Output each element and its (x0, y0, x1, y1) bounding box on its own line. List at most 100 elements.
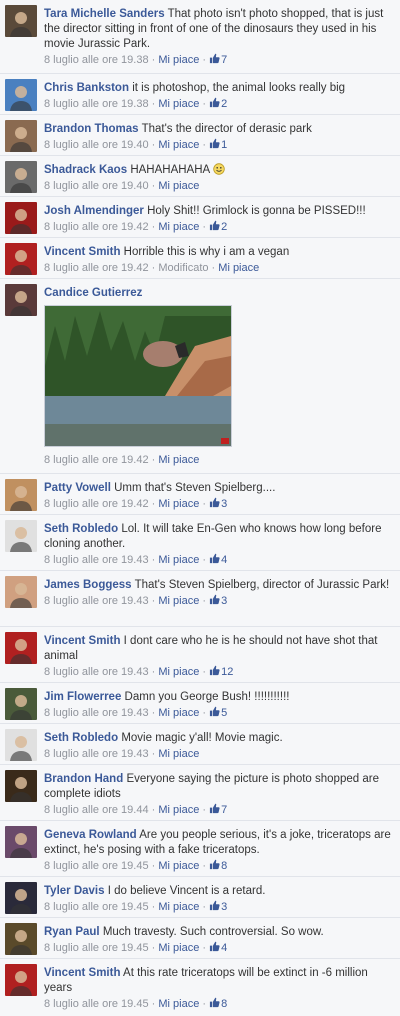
author-link[interactable]: Candice Gutierrez (44, 287, 142, 299)
like-link[interactable]: Mi piace (158, 554, 199, 566)
avatar[interactable] (5, 479, 37, 511)
timestamp-link[interactable]: 8 luglio alle ore 19.45 (44, 998, 149, 1010)
like-link[interactable]: Mi piace (158, 595, 199, 607)
like-link[interactable]: Mi piace (158, 804, 199, 816)
like-count[interactable]: 7 (209, 53, 227, 66)
avatar[interactable] (5, 284, 37, 316)
timestamp-link[interactable]: 8 luglio alle ore 19.38 (44, 54, 149, 66)
avatar[interactable] (5, 120, 37, 152)
author-link[interactable]: Brandon Thomas (44, 123, 139, 135)
like-link[interactable]: Mi piace (158, 498, 199, 510)
author-link[interactable]: Josh Almendinger (44, 205, 144, 217)
author-link[interactable]: Seth Robledo (44, 523, 118, 535)
author-link[interactable]: Vincent Smith (44, 635, 120, 647)
timestamp-link[interactable]: 8 luglio alle ore 19.40 (44, 139, 149, 151)
like-link[interactable]: Mi piace (158, 942, 199, 954)
like-count[interactable]: 12 (209, 665, 233, 678)
author-link[interactable]: Jim Flowerree (44, 691, 121, 703)
timestamp-link[interactable]: 8 luglio alle ore 19.42 (44, 454, 149, 466)
like-count[interactable]: 4 (209, 553, 227, 566)
avatar[interactable] (5, 688, 37, 720)
comment-body: Geneva Rowland Are you people serious, i… (44, 828, 394, 873)
avatar[interactable] (5, 632, 37, 664)
author-link[interactable]: Vincent Smith (44, 246, 120, 258)
author-link[interactable]: Ryan Paul (44, 926, 100, 938)
like-link[interactable]: Mi piace (218, 262, 259, 274)
avatar[interactable] (5, 882, 37, 914)
like-count[interactable]: 1 (209, 138, 227, 151)
avatar[interactable] (5, 520, 37, 552)
avatar[interactable] (5, 576, 37, 608)
comment-line: Chris Bankston it is photoshop, the anim… (44, 81, 394, 96)
like-count[interactable]: 2 (209, 97, 227, 110)
author-link[interactable]: Chris Bankston (44, 82, 129, 94)
timestamp-link[interactable]: 8 luglio alle ore 19.43 (44, 707, 149, 719)
timestamp-link[interactable]: 8 luglio alle ore 19.43 (44, 595, 149, 607)
comment: Vincent Smith Horrible this is why i am … (0, 237, 400, 278)
like-count[interactable]: 3 (209, 497, 227, 510)
like-link[interactable]: Mi piace (158, 454, 199, 466)
avatar[interactable] (5, 243, 37, 275)
avatar[interactable] (5, 770, 37, 802)
timestamp-link[interactable]: 8 luglio alle ore 19.43 (44, 554, 149, 566)
timestamp-link[interactable]: 8 luglio alle ore 19.42 (44, 221, 149, 233)
like-link[interactable]: Mi piace (158, 139, 199, 151)
timestamp-link[interactable]: 8 luglio alle ore 19.44 (44, 804, 149, 816)
like-link[interactable]: Mi piace (158, 748, 199, 760)
comment-line: Vincent Smith Horrible this is why i am … (44, 245, 394, 260)
timestamp-link[interactable]: 8 luglio alle ore 19.43 (44, 666, 149, 678)
comment-line: Shadrack Kaos HAHAHAHAHA (44, 163, 394, 178)
author-link[interactable]: Shadrack Kaos (44, 164, 127, 176)
timestamp-link[interactable]: 8 luglio alle ore 19.42 (44, 262, 149, 274)
avatar[interactable] (5, 729, 37, 761)
author-link[interactable]: Vincent Smith (44, 967, 120, 979)
edited-label[interactable]: Modificato (158, 262, 208, 274)
like-link[interactable]: Mi piace (158, 221, 199, 233)
timestamp-link[interactable]: 8 luglio alle ore 19.43 (44, 748, 149, 760)
like-count[interactable]: 7 (209, 803, 227, 816)
like-link[interactable]: Mi piace (158, 860, 199, 872)
avatar[interactable] (5, 202, 37, 234)
comment-line: Josh Almendinger Holy Shit!! Grimlock is… (44, 204, 394, 219)
author-link[interactable]: Geneva Rowland (44, 829, 137, 841)
like-count[interactable]: 4 (209, 941, 227, 954)
comment-body: Josh Almendinger Holy Shit!! Grimlock is… (44, 204, 394, 234)
author-link[interactable]: Brandon Hand (44, 773, 123, 785)
author-link[interactable]: Tara Michelle Sanders (44, 8, 165, 20)
comment: Seth Robledo Lol. It will take En-Gen wh… (0, 514, 400, 570)
like-link[interactable]: Mi piace (158, 998, 199, 1010)
thumbs-up-icon (210, 220, 220, 231)
author-link[interactable]: Seth Robledo (44, 732, 118, 744)
like-link[interactable]: Mi piace (158, 707, 199, 719)
avatar[interactable] (5, 826, 37, 858)
comment: Vincent Smith At this rate triceratops w… (0, 958, 400, 1016)
avatar[interactable] (5, 5, 37, 37)
like-count[interactable]: 8 (209, 859, 227, 872)
like-count[interactable]: 5 (209, 706, 227, 719)
timestamp-link[interactable]: 8 luglio alle ore 19.45 (44, 901, 149, 913)
like-count[interactable]: 3 (209, 594, 227, 607)
like-link[interactable]: Mi piace (158, 54, 199, 66)
avatar[interactable] (5, 964, 37, 996)
author-link[interactable]: James Boggess (44, 579, 132, 591)
like-link[interactable]: Mi piace (158, 180, 199, 192)
like-count[interactable]: 2 (209, 220, 227, 233)
like-count[interactable]: 3 (209, 900, 227, 913)
like-count[interactable]: 8 (209, 997, 227, 1010)
author-link[interactable]: Patty Vowell (44, 482, 111, 494)
avatar[interactable] (5, 161, 37, 193)
like-link[interactable]: Mi piace (158, 98, 199, 110)
triceratops-lake-photo[interactable] (44, 305, 232, 447)
like-link[interactable]: Mi piace (158, 666, 199, 678)
comment-line: Brandon Hand Everyone saying the picture… (44, 772, 394, 802)
timestamp-link[interactable]: 8 luglio alle ore 19.42 (44, 498, 149, 510)
avatar[interactable] (5, 923, 37, 955)
avatar[interactable] (5, 79, 37, 111)
timestamp-link[interactable]: 8 luglio alle ore 19.45 (44, 942, 149, 954)
author-link[interactable]: Tyler Davis (44, 885, 105, 897)
timestamp-link[interactable]: 8 luglio alle ore 19.45 (44, 860, 149, 872)
like-link[interactable]: Mi piace (158, 901, 199, 913)
timestamp-link[interactable]: 8 luglio alle ore 19.38 (44, 98, 149, 110)
timestamp-link[interactable]: 8 luglio alle ore 19.40 (44, 180, 149, 192)
comment-meta: 8 luglio alle ore 19.45 · Mi piace · 8 (44, 997, 228, 1010)
